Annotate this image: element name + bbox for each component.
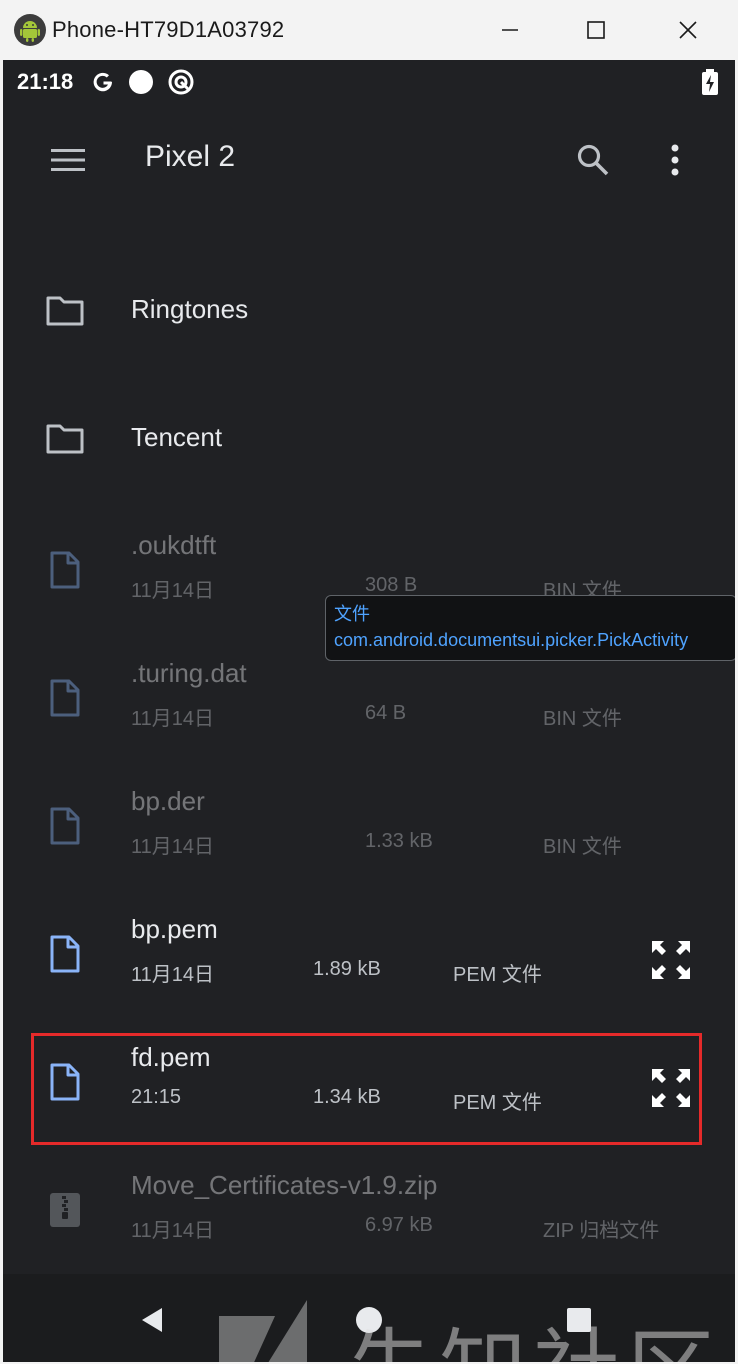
- watermark-logo-icon: [219, 1300, 307, 1362]
- file-item-move-certificates-zip: Move_Certificates-v1.9.zip 11月14日 6.97 k…: [3, 1148, 735, 1276]
- file-size: 64 B: [365, 702, 407, 724]
- app-bar: Pixel 2: [3, 104, 735, 216]
- file-date: 11月14日: [131, 1220, 215, 1242]
- file-type: PEM 文件: [453, 1092, 542, 1114]
- file-name: bp.der: [131, 786, 205, 816]
- minimize-button[interactable]: [482, 8, 538, 52]
- window-titlebar: Phone-HT79D1A03792: [0, 0, 738, 60]
- file-type: BIN 文件: [543, 836, 622, 858]
- menu-icon[interactable]: [43, 138, 93, 182]
- file-size: 308 B: [365, 574, 418, 596]
- folder-item-ringtones[interactable]: Ringtones: [3, 252, 735, 380]
- file-name: fd.pem: [131, 1042, 211, 1072]
- file-icon: [45, 806, 85, 846]
- file-item-bp-der: bp.der 11月14日 1.33 kB BIN 文件: [3, 764, 735, 892]
- back-icon[interactable]: [129, 1296, 177, 1344]
- file-name: bp.pem: [131, 914, 218, 944]
- activity-tooltip: 文件 com.android.documentsui.picker.PickAc…: [325, 595, 735, 661]
- file-type: BIN 文件: [543, 708, 622, 730]
- more-vert-icon[interactable]: [653, 136, 697, 184]
- status-time: 21:18: [17, 69, 74, 94]
- tooltip-title: 文件: [334, 604, 370, 624]
- folder-icon: [45, 290, 85, 330]
- folder-name: Tencent: [131, 422, 223, 452]
- close-button[interactable]: [660, 8, 716, 52]
- phone-screen: 21:18 Pixel 2 Ringtones Tencent .oukdtft…: [3, 60, 735, 1362]
- maximize-button[interactable]: [568, 8, 624, 52]
- preview-expand-icon[interactable]: [647, 1064, 695, 1112]
- file-icon: [45, 1062, 85, 1102]
- file-icon: [45, 678, 85, 718]
- window-title: Phone-HT79D1A03792: [52, 17, 285, 42]
- circle-notification-icon: [127, 68, 155, 101]
- file-date: 11月14日: [131, 708, 215, 730]
- file-name: Move_Certificates-v1.9.zip: [131, 1170, 438, 1200]
- file-date: 21:15: [131, 1086, 182, 1108]
- search-icon[interactable]: [569, 136, 617, 184]
- file-type: ZIP 归档文件: [543, 1220, 660, 1242]
- folder-item-tencent[interactable]: Tencent: [3, 380, 735, 508]
- android-logo-icon: [14, 14, 46, 46]
- file-date: 11月14日: [131, 836, 215, 858]
- watermark: 先知社区: [215, 1296, 725, 1362]
- page-title: Pixel 2: [145, 140, 236, 173]
- file-item-bp-pem[interactable]: bp.pem 11月14日 1.89 kB PEM 文件: [3, 892, 735, 1020]
- file-name: .turing.dat: [131, 658, 247, 688]
- tooltip-activity: com.android.documentsui.picker.PickActiv…: [334, 630, 689, 650]
- folder-icon: [45, 418, 85, 458]
- status-bar: 21:18: [3, 60, 735, 104]
- file-size: 1.89 kB: [313, 958, 381, 980]
- watermark-text: 先知社区: [345, 1300, 721, 1362]
- battery-charging-icon: [701, 68, 719, 101]
- file-date: 11月14日: [131, 580, 215, 602]
- file-type: PEM 文件: [453, 964, 542, 986]
- file-item-fd-pem[interactable]: fd.pem 21:15 1.34 kB PEM 文件: [3, 1020, 735, 1148]
- file-date: 11月14日: [131, 964, 215, 986]
- zip-archive-icon: [45, 1190, 85, 1230]
- file-name: .oukdtft: [131, 530, 217, 560]
- file-size: 6.97 kB: [365, 1214, 433, 1236]
- file-icon: [45, 934, 85, 974]
- file-icon: [45, 550, 85, 590]
- google-g-icon: [89, 68, 117, 101]
- folder-name: Ringtones: [131, 294, 249, 324]
- preview-expand-icon[interactable]: [647, 936, 695, 984]
- sync-icon: [167, 68, 195, 101]
- file-size: 1.34 kB: [313, 1086, 381, 1108]
- file-size: 1.33 kB: [365, 830, 433, 852]
